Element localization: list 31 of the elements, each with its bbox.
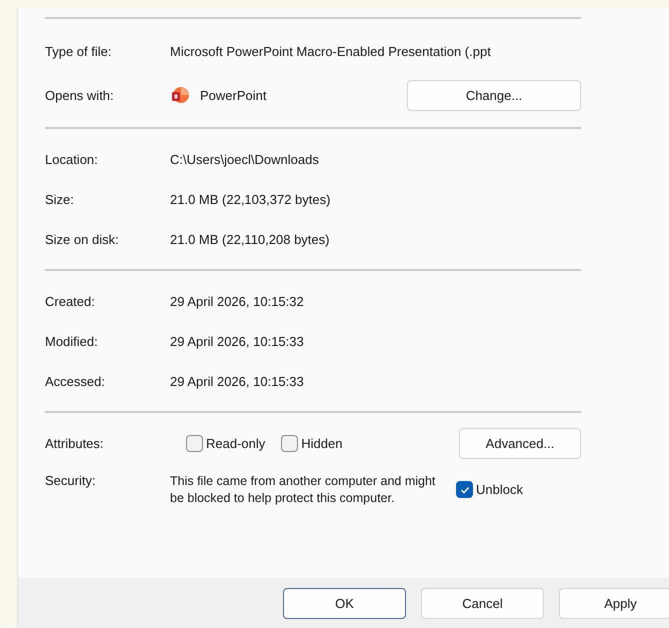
- field-value: 29 April 2026, 10:15:33: [170, 374, 304, 388]
- checkbox[interactable]: [186, 434, 203, 452]
- field-label: Created:: [45, 294, 96, 308]
- dialog-button[interactable]: Cancel: [421, 588, 544, 618]
- app-name: PowerPoint: [200, 88, 268, 102]
- change-button[interactable]: Change...: [407, 80, 581, 110]
- field-value: 29 April 2026, 10:15:32: [170, 294, 304, 308]
- field-value: Microsoft PowerPoint Macro-Enabled Presentation (.ppt: [170, 44, 491, 58]
- field-label: Size on disk:: [45, 232, 120, 246]
- field-value: C:\Users\joecl\Downloads: [170, 152, 319, 166]
- presentation-app-icon: [170, 85, 190, 105]
- checkbox-label[interactable]: Read-only: [206, 436, 266, 450]
- field-value: 21.0 MB (22,103,372 bytes): [170, 192, 330, 206]
- field-label: Location:: [45, 152, 99, 166]
- field-value: 29 April 2026, 10:15:33: [170, 334, 304, 348]
- field-label: Size:: [45, 192, 75, 206]
- field-label: Opens with:: [45, 88, 115, 102]
- advanced-button[interactable]: Advanced...: [459, 428, 581, 458]
- field-label: Accessed:: [45, 374, 106, 388]
- field-label: Security:: [45, 473, 97, 488]
- checkbox-label[interactable]: Hidden: [301, 436, 342, 450]
- dialog-button[interactable]: OK: [283, 588, 406, 618]
- checkbox[interactable]: [456, 481, 473, 498]
- field-label: Attributes:: [45, 436, 105, 450]
- field-label: Modified:: [45, 334, 99, 348]
- checkbox-label[interactable]: Unblock: [476, 482, 523, 497]
- dialog-button[interactable]: Apply: [559, 588, 669, 618]
- field-label: Type of file:: [45, 44, 112, 58]
- checkbox[interactable]: [281, 434, 298, 452]
- field-value: 21.0 MB (22,110,208 bytes): [170, 232, 330, 246]
- security-message: This file came from another computer and might be blocked to help protect this computer.: [170, 473, 436, 507]
